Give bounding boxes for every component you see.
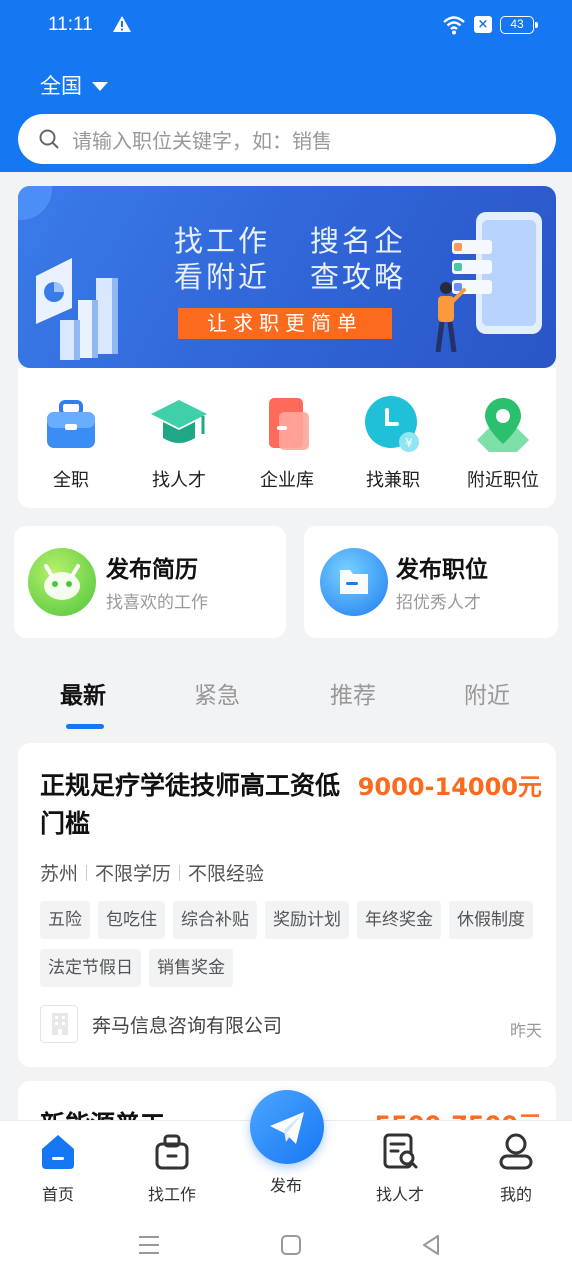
- divider: [86, 864, 88, 881]
- chart-illustration-icon: [36, 258, 118, 360]
- region-selector[interactable]: 全国: [40, 70, 108, 100]
- user-icon: [499, 1133, 533, 1170]
- job-city: 苏州: [40, 863, 79, 885]
- category-find-talent[interactable]: 找人才: [134, 394, 224, 492]
- job-salary: 9000-14000元: [357, 773, 542, 801]
- promo-banner[interactable]: 找工作 搜名企 看附近 查攻略 让求职更简单: [18, 186, 556, 368]
- tab-latest[interactable]: 最新: [60, 676, 106, 710]
- category-label: 全职: [53, 470, 89, 491]
- category-grid: 全职 找人才 企业库 ¥ 找兼职 附近职位: [18, 368, 556, 508]
- svg-text:¥: ¥: [405, 436, 413, 450]
- job-tag: 五险: [40, 901, 90, 939]
- job-title: 正规足疗学徒技师高工资低门槛: [40, 771, 341, 838]
- category-label: 企业库: [260, 470, 314, 491]
- home-icon: [42, 1135, 74, 1169]
- publish-button[interactable]: [250, 1090, 324, 1164]
- banner-text-guide: 查攻略: [310, 260, 407, 294]
- publish-job-title: 发布职位: [396, 557, 488, 583]
- job-experience: 不限经验: [188, 863, 265, 885]
- job-card[interactable]: 正规足疗学徒技师高工资低门槛 9000-14000元 苏州 不限学历 不限经验 …: [18, 743, 556, 1067]
- status-time: 11:11: [48, 14, 93, 35]
- job-tag: 休假制度: [449, 901, 533, 939]
- company-book-icon: [269, 398, 309, 450]
- job-post-date: 昨天: [509, 1021, 542, 1040]
- battery-icon: 43: [500, 16, 538, 34]
- warning-icon: [113, 16, 131, 32]
- job-tag: 综合补贴: [173, 901, 257, 939]
- graduation-cap-icon: [151, 400, 207, 443]
- job-tag: 法定节假日: [40, 949, 141, 987]
- job-tag: 奖励计划: [265, 901, 349, 939]
- nav-find-talent[interactable]: 找人才: [360, 1131, 440, 1205]
- search-placeholder: 请输入职位关键字，如：销售: [72, 128, 332, 153]
- nav-label: 找人才: [375, 1185, 424, 1204]
- search-input[interactable]: 请输入职位关键字，如：销售: [18, 114, 556, 164]
- job-tag: 包吃住: [98, 901, 165, 939]
- smiley-icon: [28, 548, 96, 616]
- paper-plane-icon: [270, 1112, 304, 1144]
- category-nearby-jobs[interactable]: 附近职位: [458, 394, 548, 492]
- nav-label: 我的: [499, 1185, 532, 1204]
- divider: [179, 864, 181, 881]
- battery-level: 43: [510, 17, 524, 31]
- region-label: 全国: [40, 74, 82, 98]
- banner-text-nearby: 看附近: [174, 260, 271, 294]
- wifi-icon: [443, 16, 465, 35]
- job-tag: 销售奖金: [149, 949, 233, 987]
- company-info[interactable]: 奔马信息咨询有限公司: [40, 1005, 282, 1043]
- tab-nearby[interactable]: 附近: [464, 676, 510, 710]
- category-company-library[interactable]: 企业库: [242, 394, 332, 492]
- menu-icon[interactable]: [138, 1234, 160, 1256]
- nav-find-job[interactable]: 找工作: [132, 1131, 212, 1205]
- category-label: 找兼职: [366, 470, 420, 491]
- caret-down-icon: [92, 81, 108, 91]
- part-time-clock-icon: ¥: [365, 396, 419, 452]
- location-pin-icon: [477, 398, 529, 452]
- company-logo-icon: [40, 1005, 78, 1043]
- search-icon: [39, 129, 59, 149]
- phone-person-illustration-icon: [435, 212, 542, 353]
- nav-home[interactable]: 首页: [18, 1131, 98, 1205]
- publish-resume-title: 发布简历: [106, 557, 198, 583]
- resume-search-icon: [383, 1133, 418, 1169]
- header: 11:11 × 43 全国 请输入职位关键字，如：销售: [0, 0, 572, 172]
- job-tag: 年终奖金: [357, 901, 441, 939]
- category-label: 附近职位: [467, 470, 539, 491]
- category-part-time[interactable]: ¥ 找兼职: [348, 394, 438, 492]
- briefcase-icon: [47, 400, 95, 448]
- banner-tagline: 让求职更简单: [178, 308, 392, 339]
- publish-job-card[interactable]: 发布职位 招优秀人才: [304, 526, 558, 638]
- job-requirements: 苏州 不限学历 不限经验: [40, 859, 264, 886]
- nav-profile[interactable]: 我的: [476, 1131, 556, 1205]
- category-full-time[interactable]: 全职: [26, 394, 116, 492]
- company-name: 奔马信息咨询有限公司: [92, 1014, 283, 1037]
- job-tags: 五险 包吃住 综合补贴 奖励计划 年终奖金 休假制度 法定节假日 销售奖金: [40, 901, 540, 987]
- banner-decor: [18, 186, 52, 220]
- publish-label: 发布: [269, 1176, 302, 1195]
- tab-recommended[interactable]: 推荐: [330, 676, 376, 710]
- category-label: 找人才: [152, 470, 206, 491]
- folder-icon: [320, 548, 388, 616]
- publish-job-subtitle: 招优秀人才: [396, 593, 481, 613]
- tab-active-indicator: [66, 724, 104, 729]
- system-navigation-bar: [0, 1212, 572, 1280]
- nav-label: 找工作: [147, 1185, 196, 1204]
- tab-urgent[interactable]: 紧急: [194, 676, 240, 710]
- status-bar: 11:11 × 43: [0, 0, 572, 52]
- no-sim-icon: ×: [474, 16, 492, 33]
- job-bag-icon: [155, 1134, 189, 1170]
- job-education: 不限学历: [95, 863, 172, 885]
- publish-resume-card[interactable]: 发布简历 找喜欢的工作: [14, 526, 286, 638]
- home-square-icon[interactable]: [280, 1234, 302, 1256]
- publish-resume-subtitle: 找喜欢的工作: [106, 593, 208, 613]
- back-triangle-icon[interactable]: [420, 1234, 442, 1256]
- nav-label: 首页: [41, 1185, 74, 1204]
